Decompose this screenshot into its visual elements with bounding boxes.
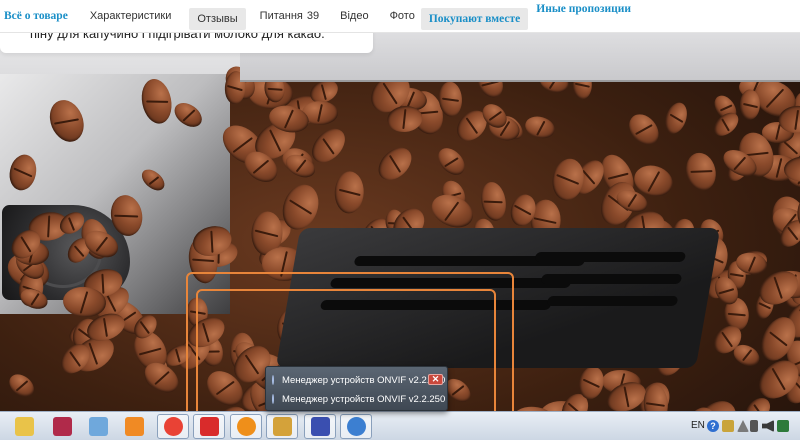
coffee-bean bbox=[682, 149, 720, 194]
tab-photo[interactable]: Фото bbox=[390, 0, 415, 33]
tab-label: Відео bbox=[340, 10, 369, 22]
show-hidden-icons-icon[interactable] bbox=[737, 420, 749, 432]
coffee-bean bbox=[660, 99, 691, 137]
coffee-bean bbox=[4, 369, 38, 402]
onvif-app-icon bbox=[272, 375, 274, 385]
close-icon[interactable]: ✕ bbox=[428, 374, 443, 385]
popup-item-label: Менеджер устройств ONVIF v2.2.250 bbox=[282, 374, 446, 386]
drip-tray-slot bbox=[546, 296, 679, 306]
tab-label: Фото bbox=[389, 10, 415, 22]
taskbar-button[interactable] bbox=[230, 414, 262, 439]
questions-count: 39 bbox=[306, 10, 320, 22]
media-player-icon bbox=[124, 417, 144, 436]
taskbar-button[interactable] bbox=[46, 414, 78, 439]
taskbar-button[interactable] bbox=[304, 414, 336, 439]
taskbar-button[interactable] bbox=[340, 414, 372, 439]
drip-tray-slot bbox=[540, 274, 683, 284]
tab-reviews[interactable]: Отзывы bbox=[189, 8, 246, 30]
coffee-bean bbox=[623, 108, 665, 151]
tab-label: Всё о товаре bbox=[4, 10, 68, 22]
tab-label: Покупают вместе bbox=[428, 13, 521, 25]
popup-item-label: Менеджер устройств ONVIF v2.2.250 bbox=[282, 393, 446, 405]
help-icon[interactable]: ? bbox=[707, 420, 719, 432]
tab-characteristics[interactable]: Характеристики bbox=[90, 0, 172, 33]
coffee-bean bbox=[334, 170, 365, 215]
language-indicator[interactable]: EN bbox=[691, 420, 705, 431]
tab-other-offers[interactable]: Иные пропозиции bbox=[536, 0, 631, 26]
taskbar-popup-menu: Менеджер устройств ONVIF v2.2.250 ✕ Мене… bbox=[265, 366, 448, 411]
drip-tray-slot bbox=[534, 252, 687, 262]
coffee-bean bbox=[739, 88, 760, 120]
tab-questions[interactable]: Питання 39 bbox=[260, 0, 319, 33]
windows-taskbar: EN ? bbox=[0, 411, 800, 440]
help-glyph: ? bbox=[710, 421, 716, 431]
winrar-icon bbox=[52, 417, 72, 436]
file-explorer-icon bbox=[14, 417, 34, 436]
taskbar-button[interactable] bbox=[118, 414, 150, 439]
taskbar-button[interactable] bbox=[193, 414, 225, 439]
taskbar-button[interactable] bbox=[266, 414, 298, 439]
app-orange-circle-icon bbox=[236, 417, 256, 436]
tray-app-icon[interactable] bbox=[722, 420, 734, 432]
tab-label: Характеристики bbox=[89, 10, 172, 22]
coffee-bean bbox=[432, 143, 470, 180]
app-refresh-icon bbox=[346, 417, 366, 436]
onvif-app-icon bbox=[272, 394, 274, 404]
coffee-bean bbox=[709, 107, 743, 140]
tab-bought-together[interactable]: Покупают вместе bbox=[420, 8, 529, 30]
product-tab-bar: Всё о товаре Характеристики Отзывы Питан… bbox=[0, 0, 800, 33]
coffee-bean bbox=[477, 180, 509, 223]
coffee-bean bbox=[426, 188, 478, 234]
app-grid-icon bbox=[310, 417, 330, 436]
popup-item-onvif-2[interactable]: Менеджер устройств ONVIF v2.2.250 bbox=[272, 390, 446, 408]
popup-item-onvif-1[interactable]: Менеджер устройств ONVIF v2.2.250 ✕ bbox=[272, 371, 446, 389]
app-tools-icon bbox=[272, 417, 292, 436]
notepad-icon bbox=[88, 417, 108, 436]
tab-video[interactable]: Відео bbox=[340, 0, 368, 33]
network-icon[interactable] bbox=[777, 420, 789, 432]
taskbar-button[interactable] bbox=[82, 414, 114, 439]
close-glyph: ✕ bbox=[431, 374, 440, 384]
app-red-icon bbox=[199, 417, 219, 436]
taskbar-button[interactable] bbox=[8, 414, 40, 439]
action-center-flag-icon[interactable] bbox=[750, 420, 758, 432]
chrome-icon bbox=[163, 417, 183, 436]
coffee-bean bbox=[523, 113, 559, 142]
tab-label: Иные пропозиции bbox=[536, 3, 632, 15]
taskbar-button[interactable] bbox=[157, 414, 189, 439]
tab-label: Питання bbox=[259, 10, 303, 22]
volume-icon[interactable] bbox=[762, 420, 774, 432]
tab-all-about-product[interactable]: Всё о товаре bbox=[4, 0, 68, 33]
coffee-bean bbox=[548, 156, 587, 204]
tab-label: Отзывы bbox=[197, 13, 238, 25]
coffee-bean bbox=[372, 141, 418, 187]
